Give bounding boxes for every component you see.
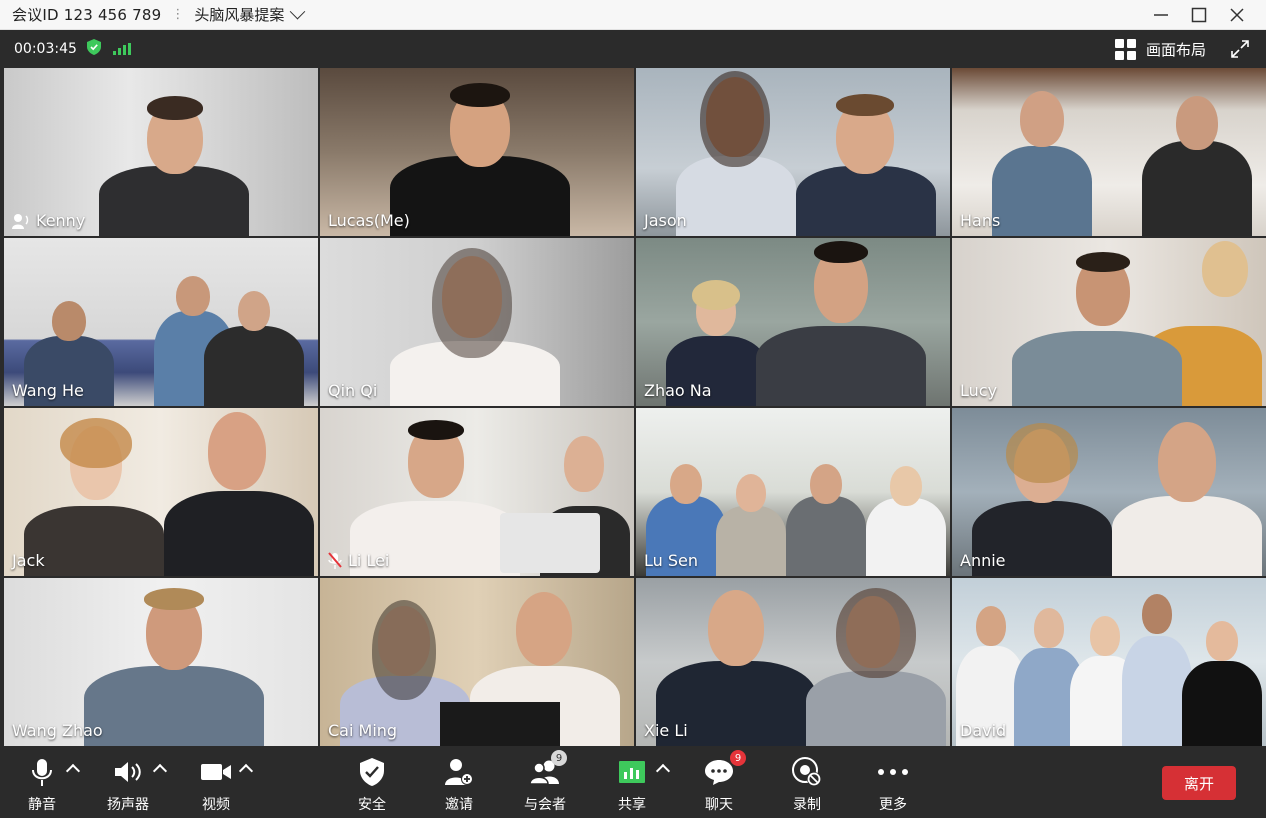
video-camera-icon	[201, 764, 231, 780]
window-controls	[1142, 0, 1256, 30]
more-dots-icon	[878, 769, 908, 775]
video-tile[interactable]: Jack	[4, 408, 318, 576]
video-tile[interactable]: David	[952, 578, 1266, 746]
video-tile[interactable]: Hans	[952, 68, 1266, 236]
invite-user-icon	[445, 759, 473, 785]
layout-label: 画面布局	[1145, 40, 1206, 59]
maximize-icon	[1191, 7, 1207, 23]
participants-count-badge: 9	[551, 750, 567, 766]
status-bar: 00:03:45 画面布局	[0, 30, 1266, 68]
video-tile[interactable]: Qin Qi	[320, 238, 634, 406]
participants-button[interactable]: 9 与会者	[524, 750, 567, 814]
participant-name: Hans	[960, 211, 1001, 230]
video-grid: Kenny Lucas(Me) Jason Hans Wang He Qin Q…	[4, 68, 1266, 748]
video-tile[interactable]: Wang He	[4, 238, 318, 406]
video-options-chevron-up-icon[interactable]	[238, 763, 254, 779]
microphone-muted-icon	[328, 551, 342, 569]
minimize-icon	[1154, 14, 1168, 16]
video-tile[interactable]: Li Lei	[320, 408, 634, 576]
participant-name: Lu Sen	[644, 551, 698, 570]
security-shield-icon	[360, 758, 384, 786]
speaker-button[interactable]: 扬声器	[107, 754, 149, 814]
speaking-icon	[12, 213, 29, 229]
video-button[interactable]: 视频	[200, 754, 232, 814]
fullscreen-button[interactable]	[1230, 39, 1250, 59]
meeting-toolbar: 静音 扬声器 视频 安全 邀请 9 与会者 共享 9 聊天 录制 更多 离开	[0, 748, 1266, 818]
chat-label: 聊天	[705, 797, 733, 813]
microphone-icon	[32, 759, 52, 786]
participant-name: Wang He	[12, 381, 84, 400]
shield-icon[interactable]	[86, 39, 101, 59]
maximize-button[interactable]	[1180, 0, 1218, 30]
video-tile[interactable]: Xie Li	[636, 578, 950, 746]
participant-name: Jason	[644, 211, 687, 230]
leave-meeting-button[interactable]: 离开	[1162, 766, 1236, 800]
participant-name: Annie	[960, 551, 1006, 570]
meeting-topic: 头脑风暴提案	[194, 6, 285, 24]
video-tile[interactable]: Lucas(Me)	[320, 68, 634, 236]
participant-name: Lucy	[960, 381, 998, 400]
participant-name: Qin Qi	[328, 381, 378, 400]
record-button[interactable]: 录制	[791, 754, 823, 814]
video-tile[interactable]: Jason	[636, 68, 950, 236]
participant-name: Cai Ming	[328, 721, 398, 740]
security-label: 安全	[358, 797, 386, 813]
participant-name: David	[960, 721, 1007, 740]
chat-button[interactable]: 9 聊天	[704, 750, 746, 814]
speaker-icon	[115, 762, 141, 782]
meeting-title[interactable]: 会议ID 123 456 789 ⋮ 头脑风暴提案	[0, 3, 306, 25]
more-label: 更多	[879, 797, 907, 813]
grid-layout-icon	[1114, 38, 1136, 60]
video-tile[interactable]: Cai Ming	[320, 578, 634, 746]
video-tile[interactable]: Lu Sen	[636, 408, 950, 576]
participant-name: Kenny	[12, 211, 85, 230]
participant-name: Li Lei	[328, 551, 389, 570]
fullscreen-icon	[1231, 40, 1249, 58]
separator: ⋮	[171, 7, 185, 22]
signal-strength-icon[interactable]	[112, 43, 131, 55]
video-tile[interactable]: Zhao Na	[636, 238, 950, 406]
video-tile[interactable]: Lucy	[952, 238, 1266, 406]
share-label: 共享	[618, 797, 646, 813]
video-tile[interactable]: Annie	[952, 408, 1266, 576]
meeting-timer: 00:03:45	[14, 41, 77, 57]
participants-label: 与会者	[524, 797, 566, 813]
chat-bubble-icon	[705, 760, 733, 785]
share-screen-icon	[619, 761, 645, 783]
chat-unread-badge: 9	[730, 750, 746, 766]
more-button[interactable]: 更多	[877, 754, 909, 814]
mute-button[interactable]: 静音	[28, 754, 56, 814]
participant-name: Jack	[12, 551, 45, 570]
invite-button[interactable]: 邀请	[444, 754, 474, 814]
speaker-options-chevron-up-icon[interactable]	[152, 763, 168, 779]
chevron-down-icon[interactable]	[290, 3, 306, 20]
participant-name: Lucas(Me)	[328, 211, 410, 230]
video-label: 视频	[202, 797, 230, 813]
participant-name: Zhao Na	[644, 381, 712, 400]
close-button[interactable]	[1218, 0, 1256, 30]
video-tile[interactable]: Wang Zhao	[4, 578, 318, 746]
minimize-button[interactable]	[1142, 0, 1180, 30]
close-icon	[1230, 8, 1244, 22]
participant-name: Wang Zhao	[12, 721, 103, 740]
video-tile[interactable]: Kenny	[4, 68, 318, 236]
participant-name: Xie Li	[644, 721, 688, 740]
share-button[interactable]: 共享	[618, 754, 646, 814]
title-bar: 会议ID 123 456 789 ⋮ 头脑风暴提案	[0, 0, 1266, 30]
speaker-label: 扬声器	[107, 797, 149, 813]
record-icon	[792, 757, 821, 786]
mute-label: 静音	[28, 797, 56, 813]
invite-label: 邀请	[445, 797, 473, 813]
security-button[interactable]: 安全	[358, 754, 386, 814]
meeting-id: 会议ID 123 456 789	[12, 6, 162, 24]
share-options-chevron-up-icon[interactable]	[655, 763, 671, 779]
mute-options-chevron-up-icon[interactable]	[65, 763, 81, 779]
layout-button[interactable]: 画面布局	[1114, 30, 1206, 68]
record-label: 录制	[793, 797, 821, 813]
